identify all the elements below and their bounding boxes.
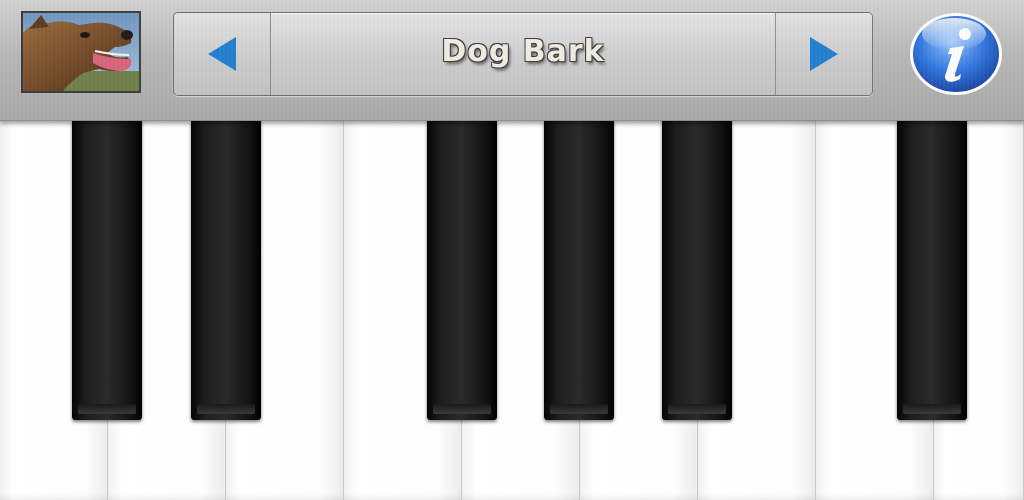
piano-black-key[interactable] bbox=[72, 120, 142, 420]
info-button[interactable] bbox=[908, 10, 1004, 96]
toolbar: Dog Bark bbox=[0, 0, 1024, 121]
info-icon bbox=[910, 13, 1002, 95]
piano-keyboard bbox=[0, 120, 1024, 500]
triangle-left-icon bbox=[208, 37, 236, 71]
triangle-right-icon bbox=[810, 37, 838, 71]
previous-sound-button[interactable] bbox=[174, 13, 271, 95]
piano-black-key[interactable] bbox=[544, 120, 614, 420]
dog-photo-icon[interactable] bbox=[21, 11, 141, 93]
piano-black-key[interactable] bbox=[191, 120, 261, 420]
next-sound-button[interactable] bbox=[775, 13, 872, 95]
piano-black-key[interactable] bbox=[427, 120, 497, 420]
app-root: Dog Bark bbox=[0, 0, 1024, 500]
sound-name-label: Dog Bark bbox=[441, 34, 605, 69]
piano-black-key[interactable] bbox=[662, 120, 732, 420]
sound-selector: Dog Bark bbox=[173, 12, 873, 96]
piano-black-key[interactable] bbox=[897, 120, 967, 420]
